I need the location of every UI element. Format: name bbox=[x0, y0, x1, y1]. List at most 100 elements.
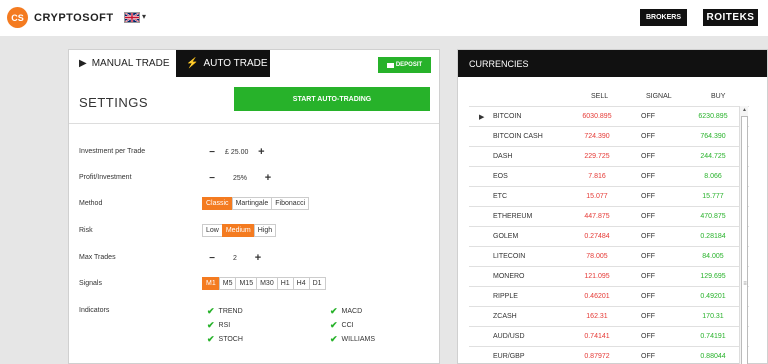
cell-buy: 470.875 bbox=[700, 213, 726, 220]
indicator-toggle[interactable]: ✔ STOCH bbox=[207, 334, 243, 345]
plus-icon[interactable]: + bbox=[253, 252, 263, 264]
play-icon: ▶ bbox=[79, 58, 87, 69]
column-header-sell: SELL bbox=[591, 93, 609, 100]
minus-icon[interactable]: − bbox=[207, 253, 217, 264]
lightning-icon: ⚡ bbox=[186, 58, 199, 69]
scroll-up-icon[interactable]: ▲ bbox=[741, 107, 748, 114]
language-caret-icon[interactable]: ▾ bbox=[142, 12, 146, 21]
check-icon: ✔ bbox=[330, 306, 338, 316]
scroll-thumb[interactable]: ≡ bbox=[741, 116, 748, 364]
cell-name: AUD/USD bbox=[493, 333, 525, 340]
brokers-button[interactable]: BROKERS bbox=[640, 9, 687, 26]
risk-option[interactable]: High bbox=[253, 224, 277, 237]
plus-icon[interactable]: + bbox=[263, 172, 273, 184]
cell-sell: 15.077 bbox=[586, 193, 608, 200]
cell-signal: OFF bbox=[641, 253, 655, 260]
table-row[interactable]: ETC 15.077 OFF 15.777 bbox=[469, 186, 749, 206]
signal-option[interactable]: M15 bbox=[235, 277, 258, 290]
cell-sell: 229.725 bbox=[584, 153, 610, 160]
cell-buy: 129.695 bbox=[700, 273, 726, 280]
cell-name: BITCOIN CASH bbox=[493, 133, 543, 140]
check-icon: ✔ bbox=[207, 334, 215, 344]
minus-icon[interactable]: − bbox=[207, 147, 217, 158]
column-header-signal: SIGNAL bbox=[646, 93, 672, 100]
signal-option[interactable]: H4 bbox=[292, 277, 310, 290]
tab-auto-trade[interactable]: ⚡ AUTO TRADE bbox=[176, 50, 270, 77]
signal-option[interactable]: M30 bbox=[256, 277, 278, 290]
tab-manual-trade[interactable]: ▶ MANUAL TRADE bbox=[69, 50, 176, 77]
indicator-toggle[interactable]: ✔ RSI bbox=[207, 320, 230, 331]
cell-buy: 0.28184 bbox=[700, 233, 726, 240]
table-row[interactable]: EOS 7.816 OFF 8.066 bbox=[469, 166, 749, 186]
uk-flag-icon[interactable] bbox=[124, 12, 140, 23]
table-row[interactable]: BITCOIN CASH 724.390 OFF 764.390 bbox=[469, 126, 749, 146]
logo[interactable]: CS CRYPTOSOFT bbox=[7, 7, 114, 28]
cell-sell: 162.31 bbox=[586, 313, 608, 320]
cell-sell: 447.875 bbox=[584, 213, 610, 220]
table-row[interactable]: RIPPLE 0.46201 OFF 0.49201 bbox=[469, 286, 749, 306]
cell-signal: OFF bbox=[641, 173, 655, 180]
risk-option[interactable]: Medium bbox=[221, 224, 255, 237]
cell-sell: 0.27484 bbox=[584, 233, 610, 240]
cell-signal: OFF bbox=[641, 113, 655, 120]
cell-signal: OFF bbox=[641, 293, 655, 300]
deposit-label: DEPOSIT bbox=[395, 62, 423, 68]
method-option[interactable]: Classic bbox=[202, 197, 233, 210]
partner-logo[interactable]: ROITEKS bbox=[703, 9, 758, 26]
check-icon: ✔ bbox=[207, 320, 215, 330]
scrollbar[interactable]: ▲ ≡ bbox=[739, 106, 748, 364]
table-row[interactable]: DASH 229.725 OFF 244.725 bbox=[469, 146, 749, 166]
cell-buy: 15.777 bbox=[702, 193, 724, 200]
cell-buy: 0.88044 bbox=[700, 353, 726, 360]
indicator-toggle[interactable]: ✔ CCI bbox=[330, 320, 354, 331]
minus-icon[interactable]: − bbox=[207, 173, 217, 184]
cell-signal: OFF bbox=[641, 233, 655, 240]
table-row[interactable]: GOLEM 0.27484 OFF 0.28184 bbox=[469, 226, 749, 246]
table-row[interactable]: ETHEREUM 447.875 OFF 470.875 bbox=[469, 206, 749, 226]
cell-signal: OFF bbox=[641, 273, 655, 280]
indicator-label: RSI bbox=[218, 322, 231, 329]
signal-option[interactable]: H1 bbox=[276, 277, 294, 290]
signal-option[interactable]: M1 bbox=[202, 277, 220, 290]
profit-stepper: − 25% + bbox=[207, 172, 273, 184]
cell-signal: OFF bbox=[641, 133, 655, 140]
indicator-toggle[interactable]: ✔ TREND bbox=[207, 306, 243, 317]
risk-option[interactable]: Low bbox=[202, 224, 223, 237]
method-label: Method bbox=[79, 200, 103, 207]
table-row[interactable]: LITECOIN 78.005 OFF 84.005 bbox=[469, 246, 749, 266]
indicator-toggle[interactable]: ✔ WILLIAMS bbox=[330, 334, 375, 345]
method-option[interactable]: Fibonacci bbox=[271, 197, 310, 210]
table-row[interactable]: ZCASH 162.31 OFF 170.31 bbox=[469, 306, 749, 326]
check-icon: ✔ bbox=[330, 334, 338, 344]
cell-sell: 0.46201 bbox=[584, 293, 610, 300]
max-trades-label: Max Trades bbox=[79, 254, 116, 261]
table-row[interactable]: MONERO 121.095 OFF 129.695 bbox=[469, 266, 749, 286]
currencies-title: CURRENCIES bbox=[458, 50, 767, 77]
cell-signal: OFF bbox=[641, 353, 655, 360]
cell-buy: 0.74191 bbox=[700, 333, 726, 340]
cell-signal: OFF bbox=[641, 333, 655, 340]
grip-icon: ≡ bbox=[743, 281, 747, 287]
cell-signal: OFF bbox=[641, 313, 655, 320]
signal-option[interactable]: D1 bbox=[308, 277, 326, 290]
start-auto-trading-button[interactable]: START AUTO-TRADING bbox=[234, 87, 430, 111]
indicator-label: TREND bbox=[218, 308, 243, 315]
table-row[interactable]: AUD/USD 0.74141 OFF 0.74191 bbox=[469, 326, 749, 346]
risk-selector: Low Medium High bbox=[202, 224, 277, 237]
signal-option[interactable]: M5 bbox=[218, 277, 237, 290]
indicator-toggle[interactable]: ✔ MACD bbox=[330, 306, 362, 317]
cell-name: ZCASH bbox=[493, 313, 517, 320]
plus-icon[interactable]: + bbox=[256, 146, 266, 158]
deposit-button[interactable]: DEPOSIT bbox=[378, 57, 431, 73]
card-icon bbox=[386, 62, 394, 68]
table-row[interactable]: ▶ BITCOIN 6030.895 OFF 6230.895 bbox=[469, 106, 749, 126]
cell-signal: OFF bbox=[641, 153, 655, 160]
method-option[interactable]: Martingale bbox=[231, 197, 273, 210]
cell-buy: 84.005 bbox=[702, 253, 724, 260]
logo-badge: CS bbox=[7, 7, 28, 28]
cell-signal: OFF bbox=[641, 213, 655, 220]
cell-sell: 6030.895 bbox=[582, 113, 612, 120]
cell-buy: 764.390 bbox=[700, 133, 726, 140]
table-row[interactable]: EUR/GBP 0.87972 OFF 0.88044 bbox=[469, 346, 749, 364]
selected-row-arrow-icon: ▶ bbox=[479, 114, 485, 121]
